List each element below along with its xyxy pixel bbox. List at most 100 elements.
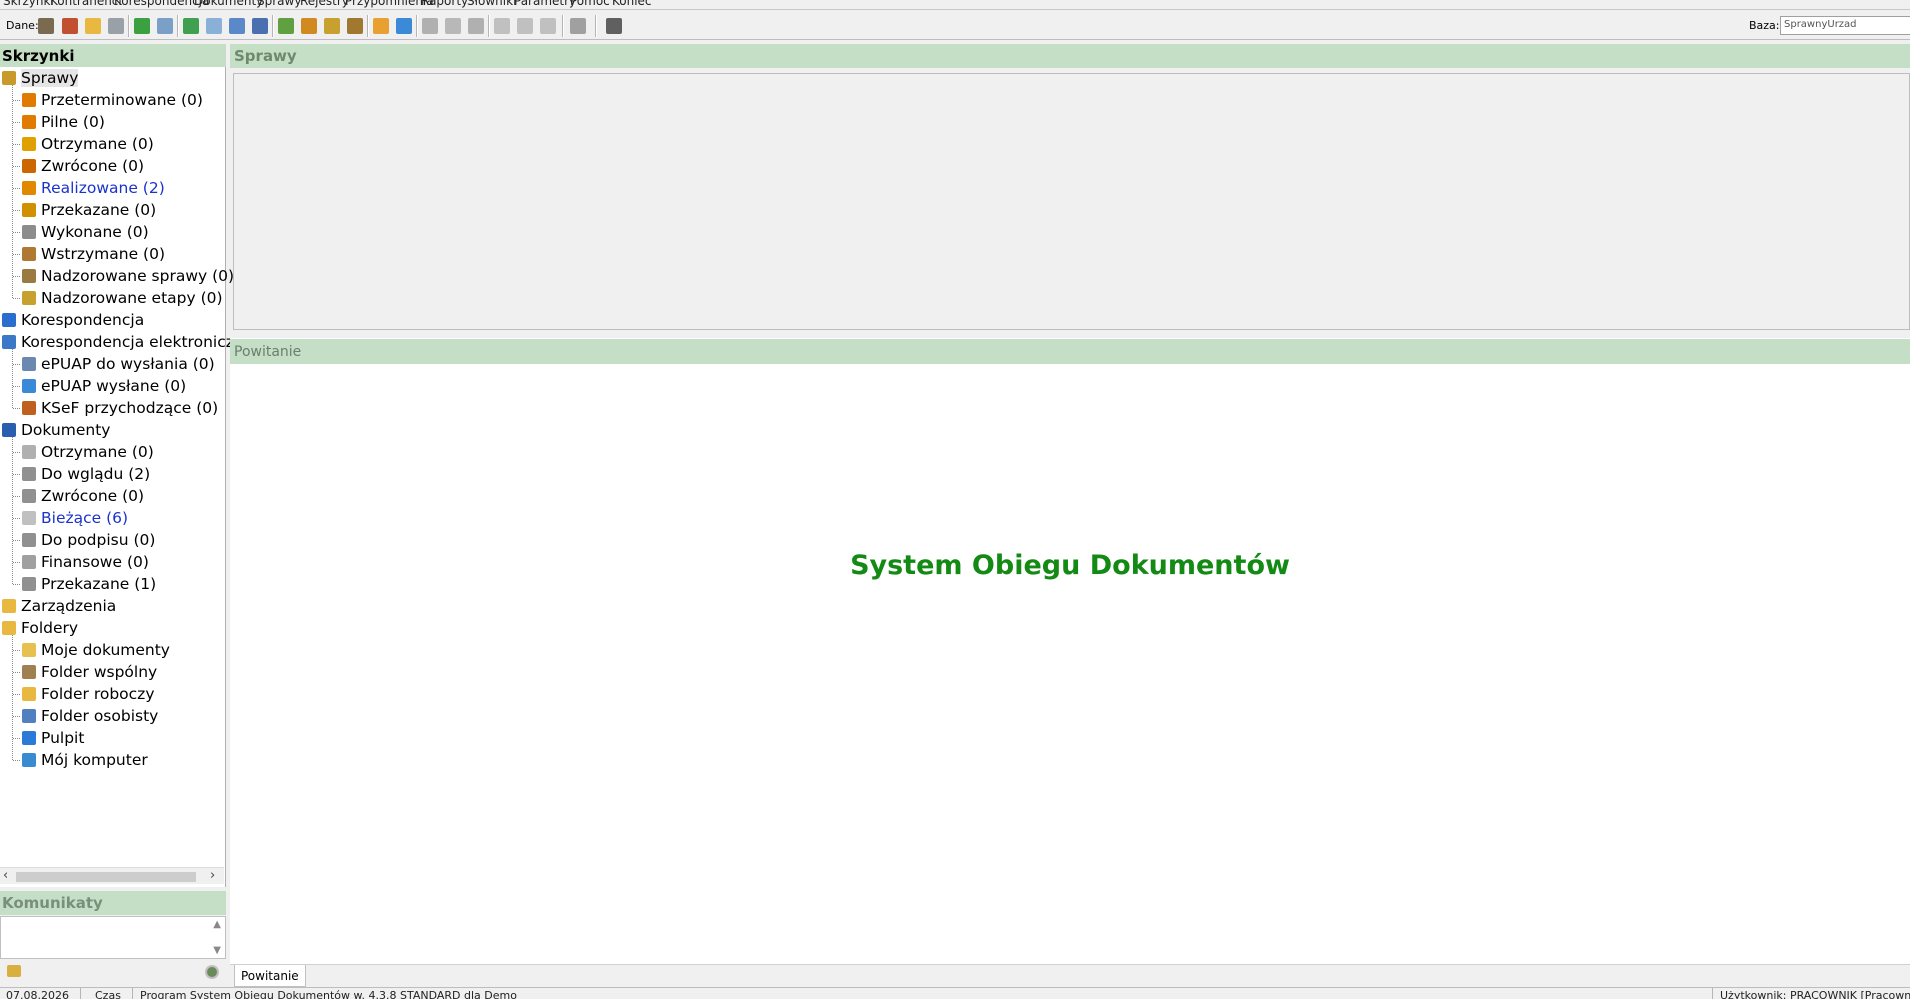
tree-item-6[interactable]: Przekazane (0) bbox=[22, 199, 156, 221]
tree-item-23[interactable]: Przekazane (1) bbox=[22, 573, 156, 595]
tree-item-31[interactable]: Mój komputer bbox=[22, 749, 148, 771]
tree-item-label: Otrzymane (0) bbox=[41, 135, 154, 153]
disabled-action-1-icon bbox=[422, 18, 438, 34]
case-icon[interactable] bbox=[301, 18, 317, 34]
document-forward-icon[interactable] bbox=[229, 18, 245, 34]
document-register-icon[interactable] bbox=[252, 18, 268, 34]
supervised-stages-icon bbox=[22, 291, 36, 305]
tree-item-11[interactable]: Korespondencja bbox=[2, 309, 144, 331]
tree-item-28[interactable]: Folder roboczy bbox=[22, 683, 155, 705]
tree-horizontal-scrollbar[interactable]: ‹ › bbox=[0, 867, 224, 884]
tree-item-17[interactable]: Otrzymane (0) bbox=[22, 441, 154, 463]
menu-sprawy[interactable]: Sprawy bbox=[257, 0, 301, 8]
toolbar: Dane: Baza: SprawnyUrzad bbox=[0, 10, 1910, 40]
tree-item-18[interactable]: Do wglądu (2) bbox=[22, 463, 150, 485]
doc-returned-icon bbox=[22, 489, 36, 503]
tree-item-27[interactable]: Folder wspólny bbox=[22, 661, 157, 683]
checklist-icon[interactable] bbox=[570, 18, 586, 34]
tree-connector bbox=[13, 672, 20, 673]
tree-item-label: Finansowe (0) bbox=[41, 553, 149, 571]
messages-list[interactable]: ▲ ▼ bbox=[0, 916, 226, 959]
menu-rejestry[interactable]: Rejestry bbox=[300, 0, 349, 8]
tree-connector bbox=[13, 298, 20, 299]
menu-parametry[interactable]: Parametry bbox=[514, 0, 576, 8]
tree-item-label: Folder osobisty bbox=[41, 707, 159, 725]
tree-item-label: Wykonane (0) bbox=[41, 223, 149, 241]
tree-item-7[interactable]: Wykonane (0) bbox=[22, 221, 149, 243]
document-icon[interactable] bbox=[206, 18, 222, 34]
tree-item-21[interactable]: Do podpisu (0) bbox=[22, 529, 155, 551]
scroll-right-icon[interactable]: › bbox=[210, 868, 215, 883]
tree-item-1[interactable]: Przeterminowane (0) bbox=[22, 89, 203, 111]
tree-item-20[interactable]: Bieżące (6) bbox=[22, 507, 128, 529]
computer-icon bbox=[22, 753, 36, 767]
tab-powitanie[interactable]: Powitanie bbox=[234, 965, 306, 987]
tree-item-2[interactable]: Pilne (0) bbox=[22, 111, 105, 133]
toolbar-separator bbox=[367, 15, 369, 37]
menu-raporty[interactable]: Raporty bbox=[421, 0, 468, 8]
new-case-icon[interactable] bbox=[278, 18, 294, 34]
refresh-reminders-icon[interactable] bbox=[396, 18, 412, 34]
persons-icon[interactable] bbox=[62, 18, 78, 34]
tree-item-label: Wstrzymane (0) bbox=[41, 245, 165, 263]
tree-item-13[interactable]: ePUAP do wysłania (0) bbox=[22, 353, 215, 375]
tree-item-16[interactable]: Dokumenty bbox=[2, 419, 110, 441]
tree-item-22[interactable]: Finansowe (0) bbox=[22, 551, 149, 573]
tree-item-label: Zwrócone (0) bbox=[41, 157, 145, 175]
tree-item-label: Pulpit bbox=[41, 729, 85, 747]
tree-connector bbox=[13, 100, 20, 101]
status-separator bbox=[132, 988, 133, 999]
database-field[interactable]: SprawnyUrzad bbox=[1780, 16, 1910, 35]
tree-item-30[interactable]: Pulpit bbox=[22, 727, 84, 749]
new-document-icon[interactable] bbox=[183, 18, 199, 34]
epuap-sent-icon bbox=[22, 379, 36, 393]
scroll-down-icon[interactable]: ▼ bbox=[213, 945, 221, 956]
disabled-action-4-icon bbox=[494, 18, 510, 34]
menu-slowniki[interactable]: Słowniki bbox=[467, 0, 516, 8]
menu-skrzynki[interactable]: Skrzynki bbox=[3, 0, 54, 8]
cases-list[interactable] bbox=[233, 73, 1910, 330]
tree-item-4[interactable]: Zwrócone (0) bbox=[22, 155, 144, 177]
tree-item-24[interactable]: Zarządzenia bbox=[2, 595, 116, 617]
scroll-up-icon[interactable]: ▲ bbox=[213, 919, 221, 930]
tree-item-19[interactable]: Zwrócone (0) bbox=[22, 485, 144, 507]
binoculars-search-icon[interactable] bbox=[606, 18, 622, 34]
tree-connector bbox=[13, 232, 20, 233]
reminder-clock-icon[interactable] bbox=[373, 18, 389, 34]
tree-item-8[interactable]: Wstrzymane (0) bbox=[22, 243, 165, 265]
tree-item-5[interactable]: Realizowane (2) bbox=[22, 177, 165, 199]
tree-item-label: Zarządzenia bbox=[21, 597, 117, 615]
welcome-header: Powitanie bbox=[230, 338, 1910, 364]
tree-item-14[interactable]: ePUAP wysłane (0) bbox=[22, 375, 186, 397]
menu-pomoc[interactable]: Pomoc bbox=[570, 0, 610, 8]
epuap-outbox-icon bbox=[22, 357, 36, 371]
tree-item-29[interactable]: Folder osobisty bbox=[22, 705, 158, 727]
tree-item-10[interactable]: Nadzorowane etapy (0) bbox=[22, 287, 223, 309]
menu-kontrahenci[interactable]: Kontrahenci bbox=[50, 0, 122, 8]
tree-item-15[interactable]: KSeF przychodzące (0) bbox=[22, 397, 218, 419]
list-icon[interactable] bbox=[108, 18, 124, 34]
menu-koniec[interactable]: Koniec bbox=[612, 0, 652, 8]
status-indicator-icon[interactable] bbox=[205, 965, 219, 979]
copy-icon[interactable] bbox=[157, 18, 173, 34]
scrollbar-thumb[interactable] bbox=[16, 872, 196, 882]
tree-item-3[interactable]: Otrzymane (0) bbox=[22, 133, 154, 155]
tree-item-26[interactable]: Moje dokumenty bbox=[22, 639, 170, 661]
tree-item-0[interactable]: Sprawy bbox=[2, 67, 79, 89]
scroll-left-icon[interactable]: ‹ bbox=[3, 868, 8, 883]
received-icon bbox=[22, 137, 36, 151]
mailboxes-header: Skrzynki bbox=[0, 44, 226, 67]
open-folder-icon[interactable] bbox=[85, 18, 101, 34]
contractors-icon[interactable] bbox=[38, 18, 54, 34]
case-forward-icon[interactable] bbox=[324, 18, 340, 34]
tree-item-9[interactable]: Nadzorowane sprawy (0) bbox=[22, 265, 234, 287]
speaker-icon[interactable] bbox=[7, 965, 21, 977]
tree-item-25[interactable]: Foldery bbox=[2, 617, 78, 639]
tree-connector bbox=[13, 716, 20, 717]
tree-connector bbox=[13, 452, 20, 453]
tree-item-label: ePUAP wysłane (0) bbox=[41, 377, 187, 395]
add-correspondence-icon[interactable] bbox=[134, 18, 150, 34]
tree-item-12[interactable]: Korespondencja elektroniczn bbox=[2, 331, 244, 353]
menu-dokumenty[interactable]: Dokumenty bbox=[194, 0, 263, 8]
case-chart-icon[interactable] bbox=[347, 18, 363, 34]
